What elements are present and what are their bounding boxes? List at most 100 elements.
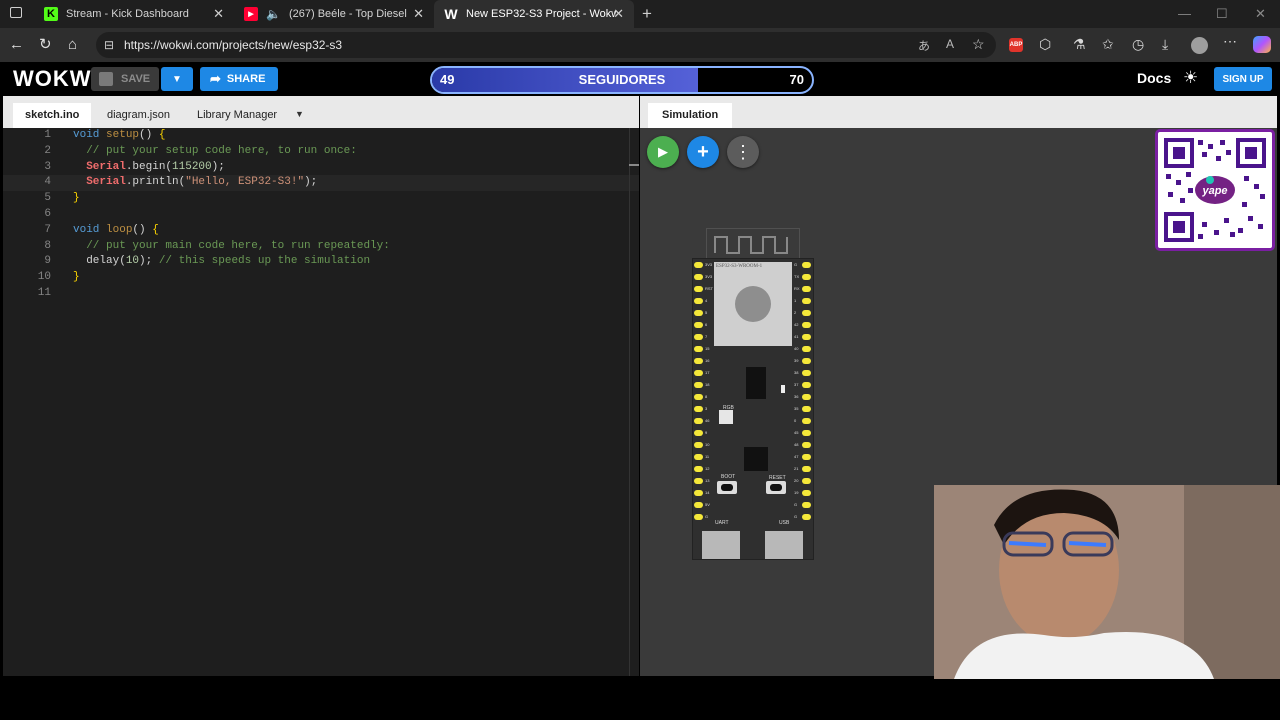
docs-link[interactable]: Docs: [1137, 70, 1171, 86]
pin-left[interactable]: [694, 370, 703, 376]
history-icon[interactable]: ◷: [1132, 36, 1144, 53]
url-text[interactable]: https://wokwi.com/projects/new/esp32-s3: [124, 38, 342, 52]
extension-icon[interactable]: ⬡: [1039, 36, 1051, 53]
translate-icon[interactable]: あ: [918, 37, 930, 54]
close-icon[interactable]: ✕: [213, 6, 224, 22]
pin-left[interactable]: [694, 346, 703, 352]
window-close-icon[interactable]: ✕: [1255, 6, 1266, 22]
maximize-icon[interactable]: ☐: [1216, 6, 1228, 22]
reset-button[interactable]: [766, 481, 786, 494]
pin-left[interactable]: [694, 502, 703, 508]
pin-right[interactable]: [802, 430, 811, 436]
more-options-button[interactable]: ⋮: [727, 136, 759, 168]
pin-right[interactable]: [802, 502, 811, 508]
tab-sketch[interactable]: sketch.ino: [13, 103, 92, 128]
avatar[interactable]: [1191, 37, 1208, 54]
code-line[interactable]: 8 // put your main code here, to run rep…: [3, 239, 639, 255]
code-line[interactable]: 10}: [3, 270, 639, 286]
pin-right[interactable]: [802, 346, 811, 352]
code-line[interactable]: 4 Serial.println("Hello, ESP32-S3!");: [3, 175, 639, 192]
pin-left[interactable]: [694, 394, 703, 400]
code-line[interactable]: 3 Serial.begin(115200);: [3, 160, 639, 176]
pin-right[interactable]: [802, 286, 811, 292]
speaker-icon[interactable]: 🔈: [266, 7, 281, 21]
tab-diagram[interactable]: diagram.json: [95, 103, 182, 128]
close-icon[interactable]: ✕: [413, 6, 424, 22]
pin-left[interactable]: [694, 466, 703, 472]
theme-toggle-icon[interactable]: ☀: [1183, 68, 1198, 88]
browser-tab-youtube[interactable]: ▶ 🔈 (267) Beéle - Top Diesel (Letr ✕: [234, 0, 434, 28]
new-tab-icon[interactable]: +: [642, 4, 652, 24]
code-line[interactable]: 9 delay(10); // this speeds up the simul…: [3, 254, 639, 270]
editor-scroll-indicator[interactable]: [629, 164, 639, 166]
pin-left[interactable]: [694, 454, 703, 460]
pin-right[interactable]: [802, 298, 811, 304]
site-info-icon[interactable]: ⊟: [104, 38, 114, 52]
pin-left[interactable]: [694, 490, 703, 496]
home-icon[interactable]: ⌂: [68, 36, 77, 54]
pin-left[interactable]: [694, 310, 703, 316]
pin-right[interactable]: [802, 466, 811, 472]
pin-right[interactable]: [802, 418, 811, 424]
boot-button[interactable]: [717, 481, 737, 494]
close-icon[interactable]: ✕: [613, 6, 624, 22]
pin-left[interactable]: [694, 514, 703, 520]
pin-right[interactable]: [802, 454, 811, 460]
pin-left[interactable]: [694, 262, 703, 268]
pin-right[interactable]: [802, 490, 811, 496]
pin-left[interactable]: [694, 442, 703, 448]
pin-left[interactable]: [694, 298, 703, 304]
code-line[interactable]: 5}: [3, 191, 639, 207]
pin-left[interactable]: [694, 334, 703, 340]
browser-tab-wokwi[interactable]: W New ESP32-S3 Project - Wokwi Si ✕: [434, 0, 634, 28]
adblock-icon[interactable]: ABP: [1009, 38, 1023, 52]
copilot-icon[interactable]: [1253, 36, 1271, 53]
pin-right[interactable]: [802, 310, 811, 316]
pin-left[interactable]: [694, 286, 703, 292]
code-area[interactable]: 1 void setup() {2 // put your setup code …: [3, 128, 639, 302]
save-dropdown-button[interactable]: ▼: [161, 67, 193, 91]
share-button[interactable]: ➦ SHARE: [200, 67, 278, 91]
pin-right[interactable]: [802, 394, 811, 400]
pin-left[interactable]: [694, 274, 703, 280]
code-line[interactable]: 7 void loop() {: [3, 223, 639, 239]
code-line[interactable]: 11: [3, 286, 639, 302]
pin-left[interactable]: [694, 418, 703, 424]
pin-right[interactable]: [802, 274, 811, 280]
pin-right[interactable]: [802, 442, 811, 448]
pin-right[interactable]: [802, 514, 811, 520]
address-bar[interactable]: ⊟ https://wokwi.com/projects/new/esp32-s…: [96, 32, 996, 58]
pin-right[interactable]: [802, 322, 811, 328]
pin-right[interactable]: [802, 382, 811, 388]
esp32-s3-board[interactable]: ESP32-S3-WROOM-1 RGB BOOT RESET UART USB…: [692, 258, 814, 560]
pin-right[interactable]: [802, 406, 811, 412]
tabs-dropdown-icon[interactable]: ▼: [295, 109, 304, 119]
pin-left[interactable]: [694, 322, 703, 328]
pin-right[interactable]: [802, 262, 811, 268]
add-part-button[interactable]: +: [687, 136, 719, 168]
favorites-icon[interactable]: ✩: [1102, 36, 1114, 53]
pin-left[interactable]: [694, 358, 703, 364]
code-line[interactable]: 1 void setup() {: [3, 128, 639, 144]
favorite-icon[interactable]: ☆: [972, 36, 985, 53]
pin-left[interactable]: [694, 430, 703, 436]
more-icon[interactable]: ⋯: [1223, 33, 1237, 50]
read-aloud-icon[interactable]: A: [946, 37, 954, 51]
signup-button[interactable]: SIGN UP: [1214, 67, 1272, 91]
pin-right[interactable]: [802, 358, 811, 364]
pin-left[interactable]: [694, 478, 703, 484]
browser-tab-kick[interactable]: K Stream - Kick Dashboard ✕: [34, 0, 234, 28]
performance-icon[interactable]: ⚗: [1073, 36, 1086, 53]
start-simulation-button[interactable]: ▶: [647, 136, 679, 168]
save-button[interactable]: SAVE: [91, 67, 159, 91]
reload-icon[interactable]: ↻: [39, 36, 52, 54]
download-icon[interactable]: ⤓: [1162, 36, 1168, 53]
wokwi-logo[interactable]: WOKWi: [13, 66, 98, 92]
code-line[interactable]: 2 // put your setup code here, to run on…: [3, 144, 639, 160]
pin-left[interactable]: [694, 406, 703, 412]
pin-right[interactable]: [802, 478, 811, 484]
pin-right[interactable]: [802, 334, 811, 340]
back-icon[interactable]: ←: [9, 36, 24, 54]
code-line[interactable]: 6: [3, 207, 639, 223]
tab-simulation[interactable]: Simulation: [648, 103, 733, 128]
